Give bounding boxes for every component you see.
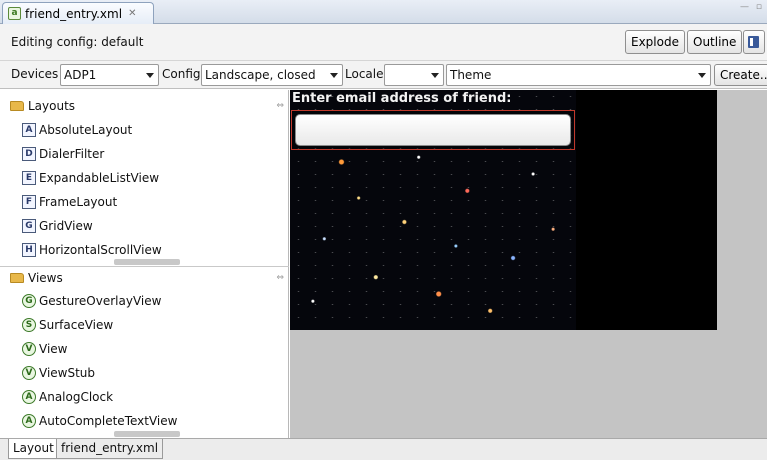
widget-type-icon: G xyxy=(22,219,36,233)
friend-email-label[interactable]: Enter email address of friend: xyxy=(292,91,512,106)
palette-item-autocompletetextview[interactable]: A AutoCompleteTextView xyxy=(22,410,177,432)
theme-select-value: Theme xyxy=(450,68,492,82)
config-toolbar: Editing config: default Explode Outline xyxy=(0,24,767,61)
create-config-button[interactable]: Create... xyxy=(714,64,767,86)
widget-type-icon: D xyxy=(22,147,36,161)
palette-item-label: FrameLayout xyxy=(39,195,118,209)
palette-item-label: AutoCompleteTextView xyxy=(39,414,178,428)
palette-item-label: ExpandableListView xyxy=(39,171,160,185)
palette-item-absolutelayout[interactable]: A AbsoluteLayout xyxy=(22,119,132,141)
editor-tab-friend-entry[interactable]: a friend_entry.xml ✕ xyxy=(2,2,154,24)
layout-toggle-icon xyxy=(748,36,759,48)
views-scrollbar[interactable] xyxy=(114,431,180,437)
chevron-down-icon xyxy=(698,73,706,78)
widget-type-icon: E xyxy=(22,171,36,185)
palette-item-label: DialerFilter xyxy=(39,147,105,161)
palette-group-views[interactable]: Views ⇔ xyxy=(0,268,289,288)
palette-item-gestureoverlayview[interactable]: G GestureOverlayView xyxy=(22,290,161,312)
collapse-icon[interactable]: ⇔ xyxy=(276,273,284,283)
palette-item-expandablelistview[interactable]: E ExpandableListView xyxy=(22,167,159,189)
widget-type-icon: G xyxy=(22,294,36,308)
chevron-down-icon xyxy=(330,73,338,78)
palette-item-framelayout[interactable]: F FrameLayout xyxy=(22,191,117,213)
close-icon[interactable]: ✕ xyxy=(128,8,136,19)
window-controls-icon[interactable]: — ▫ xyxy=(740,2,764,12)
widget-type-icon: F xyxy=(22,195,36,209)
chevron-down-icon xyxy=(146,73,154,78)
palette-item-label: HorizontalScrollView xyxy=(39,243,162,257)
folder-open-icon xyxy=(10,101,24,111)
palette-item-surfaceview[interactable]: S SurfaceView xyxy=(22,314,113,336)
widget-type-icon: S xyxy=(22,318,36,332)
device-select-value: ADP1 xyxy=(64,68,97,82)
palette-item-horizontalscrollview[interactable]: H HorizontalScrollView xyxy=(22,239,162,261)
editor-tab-strip: a friend_entry.xml ✕ — ▫ xyxy=(0,0,767,24)
explode-button[interactable]: Explode xyxy=(625,30,685,54)
palette-item-label: SurfaceView xyxy=(39,318,114,332)
palette-item-dialerfilter[interactable]: D DialerFilter xyxy=(22,143,104,165)
widget-type-icon: A xyxy=(22,390,36,404)
widget-palette: Layouts ⇔ A AbsoluteLayout D DialerFilte… xyxy=(0,90,289,438)
chevron-down-icon xyxy=(431,73,439,78)
palette-item-label: GridView xyxy=(39,219,93,233)
editing-config-label: Editing config: default xyxy=(11,35,144,49)
widget-type-icon: V xyxy=(22,366,36,380)
config-select-value: Landscape, closed xyxy=(205,68,316,82)
editor-bottom-tabs: Layout friend_entry.xml xyxy=(0,438,767,460)
outline-button[interactable]: Outline xyxy=(687,30,743,54)
tab-friend-entry-xml[interactable]: friend_entry.xml xyxy=(56,439,164,459)
collapse-icon[interactable]: ⇔ xyxy=(276,101,284,111)
palette-item-label: AbsoluteLayout xyxy=(39,123,133,137)
devices-label: Devices xyxy=(11,67,59,81)
palette-item-viewstub[interactable]: V ViewStub xyxy=(22,362,95,384)
palette-group-label: Views xyxy=(28,271,63,285)
locale-label: Locale xyxy=(345,67,384,81)
android-xml-file-icon: a xyxy=(8,7,21,20)
layout-canvas[interactable]: Enter email address of friend: xyxy=(290,90,767,438)
editor-tab-title: friend_entry.xml xyxy=(25,6,123,21)
folder-open-icon xyxy=(10,273,24,283)
widget-type-icon: A xyxy=(22,414,36,428)
palette-item-label: View xyxy=(39,342,68,356)
palette-item-label: AnalogClock xyxy=(39,390,114,404)
tab-layout[interactable]: Layout xyxy=(8,439,59,459)
config-select[interactable]: Landscape, closed xyxy=(201,64,343,86)
device-config-row: Devices ADP1 Config Landscape, closed Lo… xyxy=(0,61,767,89)
friend-email-field[interactable] xyxy=(295,114,571,146)
email-field-selection[interactable] xyxy=(291,110,575,150)
palette-item-label: ViewStub xyxy=(39,366,96,380)
palette-separator xyxy=(0,266,289,267)
device-screen-preview[interactable]: Enter email address of friend: xyxy=(290,90,717,330)
config-label: Config xyxy=(162,67,201,81)
palette-group-layouts[interactable]: Layouts ⇔ xyxy=(0,96,289,116)
palette-item-view[interactable]: V View xyxy=(22,338,67,360)
layouts-scrollbar[interactable] xyxy=(114,259,180,265)
palette-item-label: GestureOverlayView xyxy=(39,294,162,308)
widget-type-icon: H xyxy=(22,243,36,257)
widget-type-icon: V xyxy=(22,342,36,356)
palette-item-gridview[interactable]: G GridView xyxy=(22,215,93,237)
device-select[interactable]: ADP1 xyxy=(60,64,159,86)
locale-select[interactable] xyxy=(384,64,444,86)
palette-group-label: Layouts xyxy=(28,99,76,113)
widget-type-icon: A xyxy=(22,123,36,137)
palette-item-analogclock[interactable]: A AnalogClock xyxy=(22,386,113,408)
theme-select[interactable]: Theme xyxy=(446,64,711,86)
layout-toggle-button[interactable] xyxy=(743,30,765,54)
